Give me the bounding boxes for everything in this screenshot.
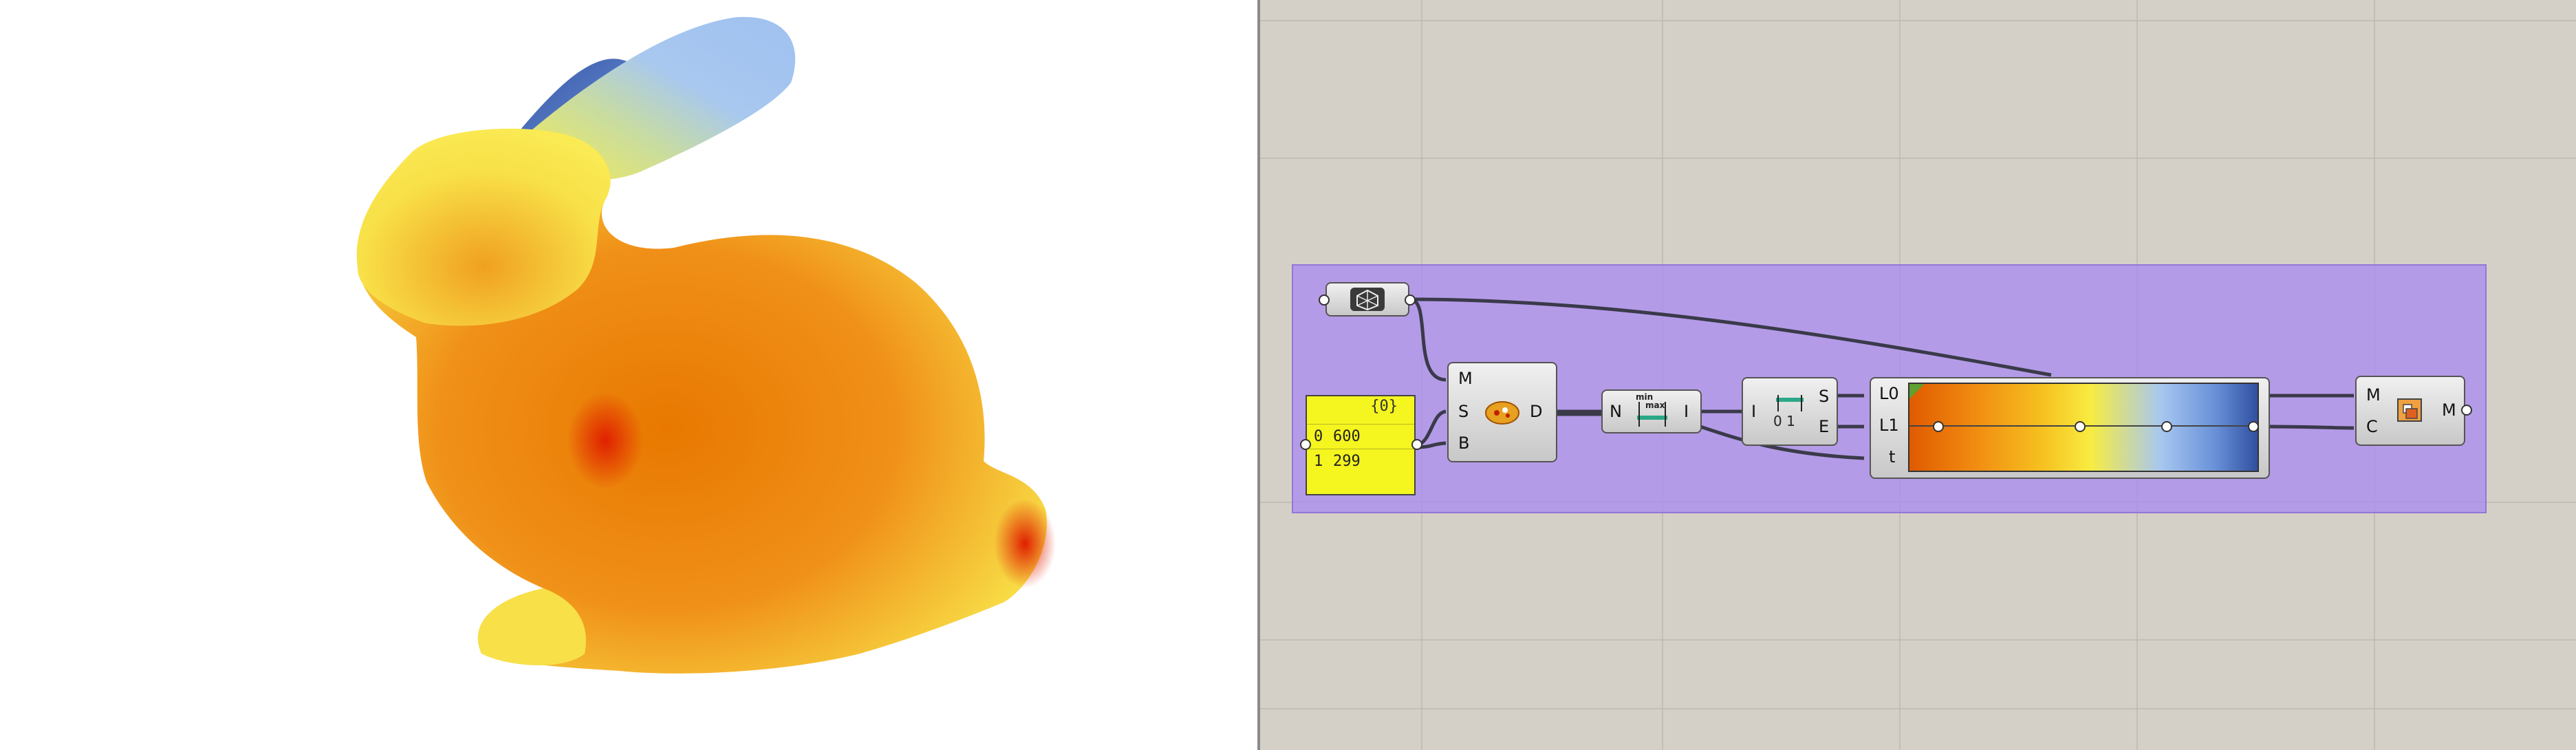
gradient-stop-handle[interactable] bbox=[1933, 421, 1944, 432]
panel-input-grip[interactable] bbox=[1300, 439, 1311, 450]
mesh-icon bbox=[1350, 288, 1385, 311]
panel-row: 1 299 bbox=[1307, 449, 1414, 474]
panel-header: {0} bbox=[1370, 398, 1398, 415]
preview-input-c: C bbox=[2366, 417, 2378, 436]
deconstruct-output-s: S bbox=[1819, 387, 1830, 406]
panel-row-index: 1 bbox=[1314, 453, 1323, 470]
wire-colour-to-preview bbox=[2269, 425, 2355, 430]
panel-row-value: 299 bbox=[1333, 453, 1361, 470]
gradient-input-l0: L0 bbox=[1879, 384, 1899, 403]
deconstruct-icon: 0 1 bbox=[1769, 394, 1813, 432]
gradient-stop-handle[interactable] bbox=[2161, 421, 2172, 432]
gradient-corner-icon bbox=[1909, 384, 1925, 399]
panel-output-grip[interactable] bbox=[1411, 439, 1422, 450]
mesh-param-input-grip[interactable] bbox=[1319, 294, 1330, 306]
bounds-output-i: I bbox=[1684, 402, 1689, 421]
deconstruct-icon-text: 0 1 bbox=[1773, 413, 1795, 429]
preview-output-m: M bbox=[2442, 400, 2456, 420]
deconstruct-input-i: I bbox=[1751, 402, 1757, 421]
sample-input-m: M bbox=[1458, 369, 1473, 388]
gradient-stop-handle[interactable] bbox=[2248, 421, 2259, 432]
grasshopper-canvas[interactable]: {0} 0 600 1 299 M S B D N I min max I S … bbox=[1260, 0, 2576, 750]
bounds-icon: min max bbox=[1633, 392, 1674, 431]
bounds-component[interactable]: N I min max bbox=[1601, 389, 1702, 433]
wire-mesh-to-sample bbox=[1409, 297, 1447, 382]
mesh-param-output-grip[interactable] bbox=[1405, 294, 1416, 306]
deconstruct-output-e: E bbox=[1819, 417, 1830, 436]
mesh-param[interactable] bbox=[1325, 282, 1409, 317]
mesh-colours-component[interactable]: M C M bbox=[2355, 376, 2465, 446]
panel-row-value: 600 bbox=[1333, 428, 1361, 445]
panel-row: 0 600 bbox=[1307, 424, 1414, 449]
rhino-viewport[interactable] bbox=[0, 0, 1259, 750]
sample-output-d: D bbox=[1530, 402, 1543, 421]
gradient-input-l1: L1 bbox=[1879, 416, 1899, 435]
bunny-hotspot-chest bbox=[567, 392, 643, 489]
gradient-stop-handle[interactable] bbox=[2075, 421, 2086, 432]
preview-input-m: M bbox=[2366, 385, 2381, 405]
sample-icon bbox=[1484, 399, 1520, 427]
bounds-input-n: N bbox=[1610, 402, 1622, 421]
bounds-icon-max: max bbox=[1645, 400, 1665, 410]
sample-component[interactable]: M S B D bbox=[1447, 362, 1557, 462]
bunny-render bbox=[356, 17, 1056, 674]
mesh-colour-icon bbox=[2396, 396, 2425, 424]
preview-output-grip[interactable] bbox=[2461, 405, 2472, 416]
panel-row-index: 0 bbox=[1314, 428, 1323, 445]
bunny-hotspot-tail bbox=[994, 499, 1056, 588]
sample-input-s: S bbox=[1458, 402, 1469, 421]
gradient-input-t: t bbox=[1889, 447, 1896, 467]
sample-input-b: B bbox=[1458, 433, 1470, 453]
panel[interactable]: {0} 0 600 1 299 bbox=[1306, 395, 1416, 495]
deconstruct-domain-component[interactable]: I S E 0 1 bbox=[1742, 377, 1838, 446]
